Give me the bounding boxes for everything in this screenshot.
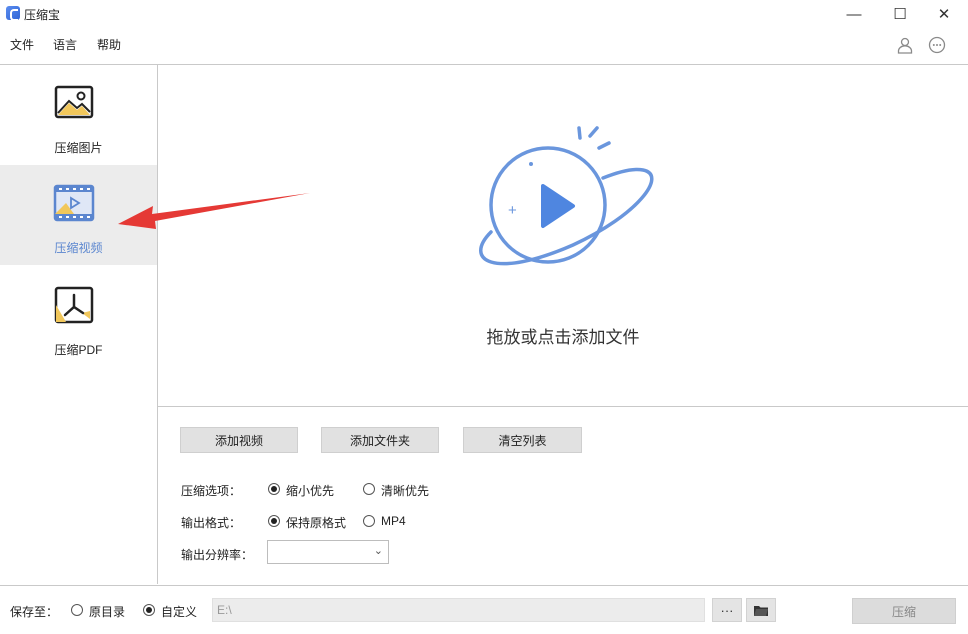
sidebar-item-label: 压缩PDF bbox=[54, 343, 103, 357]
sidebar-item-compress-pdf[interactable]: 压缩PDF bbox=[0, 265, 157, 365]
output-format-label: 输出格式： bbox=[181, 516, 242, 530]
planet-play-icon: + bbox=[479, 126, 654, 266]
clear-list-button[interactable]: 清空列表 bbox=[463, 427, 582, 453]
svg-text:+: + bbox=[508, 202, 517, 219]
app-title: 压缩宝 bbox=[24, 8, 61, 22]
maximize-button[interactable]: ☐ bbox=[878, 0, 922, 28]
chat-icon[interactable] bbox=[928, 36, 946, 54]
add-video-button[interactable]: 添加视频 bbox=[180, 427, 298, 453]
radio-keep-format[interactable] bbox=[268, 515, 280, 527]
pdf-icon bbox=[54, 286, 94, 324]
output-path-input[interactable]: E:\ bbox=[212, 598, 705, 622]
menu-bar: 文件 语言 帮助 bbox=[0, 32, 968, 56]
close-button[interactable]: ✕ bbox=[922, 0, 966, 28]
sidebar-item-label: 压缩视频 bbox=[54, 241, 103, 255]
add-folder-button[interactable]: 添加文件夹 bbox=[321, 427, 439, 453]
sidebar-item-compress-image[interactable]: 压缩图片 bbox=[0, 65, 157, 165]
radio-mp4[interactable] bbox=[363, 515, 375, 527]
radio-original-dir-label[interactable]: 原目录 bbox=[89, 603, 125, 620]
app-logo-icon bbox=[6, 6, 20, 21]
radio-original-dir[interactable] bbox=[71, 604, 83, 616]
menu-file[interactable]: 文件 bbox=[10, 36, 34, 53]
output-resolution-label: 输出分辨率： bbox=[181, 548, 254, 562]
menu-help[interactable]: 帮助 bbox=[97, 36, 121, 53]
menu-language[interactable]: 语言 bbox=[53, 36, 77, 53]
file-drop-zone[interactable]: + 拖放或点击添加文件 bbox=[158, 65, 968, 407]
resolution-select[interactable]: ⌄ bbox=[267, 540, 389, 564]
radio-mp4-label[interactable]: MP4 bbox=[381, 514, 406, 528]
options-panel: 添加视频 添加文件夹 清空列表 压缩选项： 缩小优先 清晰优先 输出格式： 保持… bbox=[158, 408, 968, 584]
radio-size-first-label[interactable]: 缩小优先 bbox=[286, 482, 334, 499]
footer-bar: 保存至： 原目录 自定义 E:\ ··· 压缩 bbox=[0, 585, 968, 634]
radio-quality-first[interactable] bbox=[363, 483, 375, 495]
minimize-button[interactable]: — bbox=[832, 0, 876, 28]
radio-keep-format-label[interactable]: 保持原格式 bbox=[286, 514, 346, 531]
radio-custom-dir[interactable] bbox=[143, 604, 155, 616]
sidebar-item-label: 压缩图片 bbox=[54, 141, 103, 155]
folder-icon bbox=[754, 605, 768, 616]
user-icon[interactable] bbox=[896, 36, 914, 54]
save-to-label: 保存至： bbox=[10, 605, 59, 619]
radio-quality-first-label[interactable]: 清晰优先 bbox=[381, 482, 429, 499]
sidebar: 压缩图片 压缩视频 压缩PDF bbox=[0, 65, 158, 584]
image-icon bbox=[54, 85, 94, 119]
drop-hint-text: 拖放或点击添加文件 bbox=[486, 328, 640, 347]
browse-more-button[interactable]: ··· bbox=[712, 598, 742, 622]
compress-option-label: 压缩选项： bbox=[181, 484, 242, 498]
open-folder-button[interactable] bbox=[746, 598, 776, 622]
chevron-down-icon: ⌄ bbox=[373, 545, 383, 557]
video-icon bbox=[53, 184, 95, 222]
title-bar: 压缩宝 — ☐ ✕ bbox=[0, 0, 968, 28]
sidebar-item-compress-video[interactable]: 压缩视频 bbox=[0, 165, 157, 265]
radio-custom-dir-label[interactable]: 自定义 bbox=[161, 603, 197, 620]
radio-size-first[interactable] bbox=[268, 483, 280, 495]
compress-button[interactable]: 压缩 bbox=[852, 598, 956, 624]
